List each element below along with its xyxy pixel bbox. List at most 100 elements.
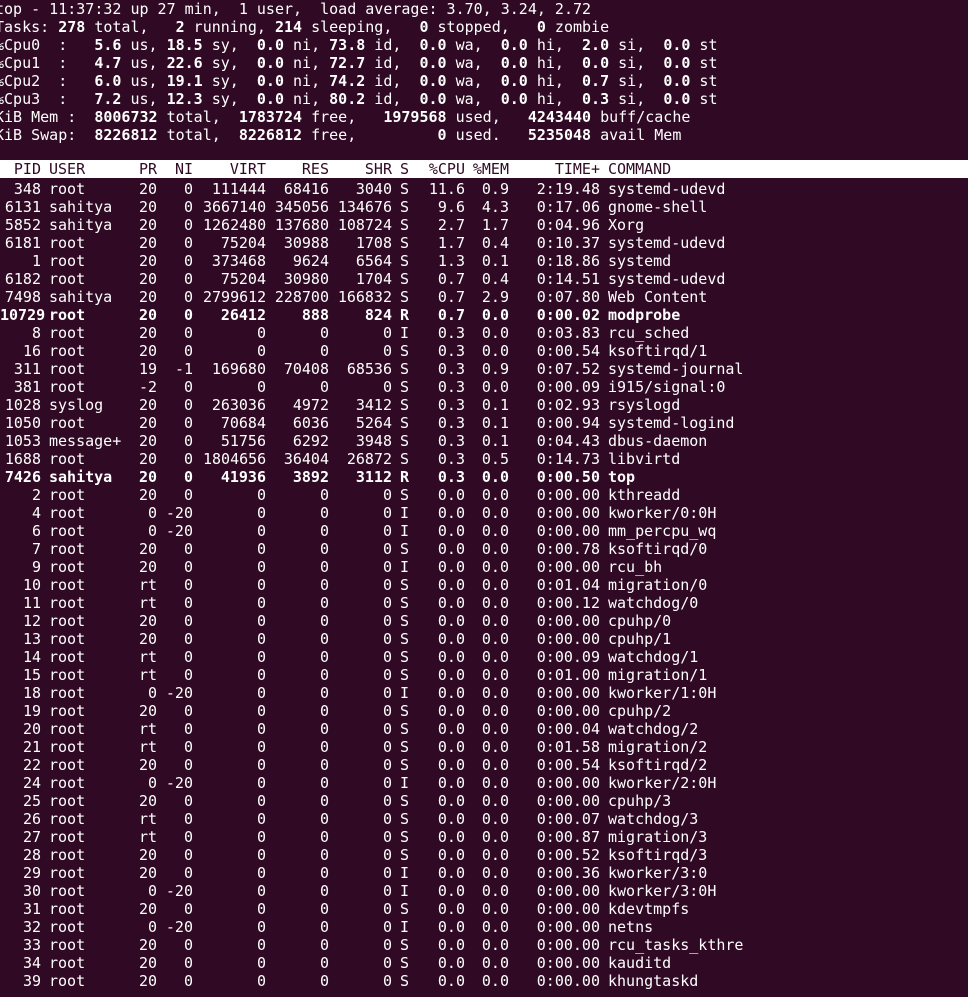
cell-user: root — [49, 378, 86, 396]
cell-cpu-time: 0:00.00 — [536, 612, 600, 630]
cell-pid: 12 — [22, 612, 41, 630]
cell-pid: 29 — [22, 864, 41, 882]
process-row[interactable]: 25 root 20 0 0 0 0 S 0.0 0.0 0:00.00 cpuhp/3 — [0, 792, 968, 810]
col-pr[interactable]: PR — [132, 160, 157, 178]
cell-priority: rt — [138, 576, 157, 594]
col-mem[interactable]: %MEM — [465, 160, 509, 178]
process-row[interactable]: 27 root rt 0 0 0 0 S 0.0 0.0 0:00.87 migration/3 — [0, 828, 968, 846]
cell-cpu-time: 0:00.52 — [536, 846, 600, 864]
cell-command: systemd-journal — [608, 360, 744, 378]
cell-cpu-time: 0:14.51 — [536, 270, 600, 288]
cell-priority: 20 — [138, 900, 157, 918]
cell-cpu-time: 0:00.00 — [536, 684, 600, 702]
process-row[interactable]: 24 root 0 -20 0 0 0 I 0.0 0.0 0:00.00 kworker/2:0H — [0, 774, 968, 792]
cell-res: 0 — [319, 918, 329, 936]
process-row[interactable]: 6181 root 20 0 75204 30988 1708 S 1.7 0.4 0:10.37 s… — [0, 234, 968, 252]
cell-cpu-percent: 0.0 — [437, 756, 465, 774]
process-row[interactable]: 6182 root 20 0 75204 30980 1704 S 0.7 0.4 0:14.51 s… — [0, 270, 968, 288]
cell-res: 0 — [319, 828, 329, 846]
cell-cpu-percent: 0.0 — [437, 828, 465, 846]
process-row[interactable]: 6131 sahitya 20 0 3667140 345056 134676 S 9.6 4.3… — [0, 198, 968, 216]
col-virt[interactable]: VIRT — [203, 160, 266, 178]
terminal-window[interactable]: top - 11:37:32 up 27 min, 1 user, load a… — [0, 0, 968, 997]
process-row[interactable]: 21 root rt 0 0 0 0 S 0.0 0.0 0:01.58 migration/2 — [0, 738, 968, 756]
col-state[interactable]: S — [400, 160, 412, 178]
cell-command: systemd-udevd — [608, 234, 726, 252]
col-pid[interactable]: PID — [0, 160, 41, 178]
process-row[interactable]: 7 root 20 0 0 0 0 S 0.0 0.0 0:00.78 ksoftirqd/0 — [0, 540, 968, 558]
process-row[interactable]: 5852 sahitya 20 0 1262480 137680 108724 S 2.7 1.7… — [0, 216, 968, 234]
process-row[interactable]: 33 root 20 0 0 0 0 S 0.0 0.0 0:00.00 rcu_tasks_kthr… — [0, 936, 968, 954]
cell-priority: -2 — [138, 378, 157, 396]
process-row[interactable]: 311 root 19 -1 169680 70408 68536 S 0.3 0.9 0:07.5… — [0, 360, 968, 378]
cell-priority: 0 — [147, 882, 157, 900]
col-time[interactable]: TIME+ — [512, 160, 600, 178]
col-user[interactable]: USER — [49, 160, 85, 178]
process-row[interactable]: 28 root 20 0 0 0 0 S 0.0 0.0 0:00.52 ksoftirqd/3 — [0, 846, 968, 864]
process-row[interactable]: 1 root 20 0 373468 9624 6564 S 1.3 0.1 0:18.86 syst… — [0, 252, 968, 270]
process-row[interactable]: 13 root 20 0 0 0 0 S 0.0 0.0 0:00.00 cpuhp/1 — [0, 630, 968, 648]
cell-res: 68416 — [283, 180, 329, 198]
process-row[interactable]: 7426 sahitya 20 0 41936 3892 3112 R 0.3 0.0 0:00.5… — [0, 468, 968, 486]
cell-virt: 41936 — [220, 468, 266, 486]
process-row[interactable]: 31 root 20 0 0 0 0 S 0.0 0.0 0:00.00 kdevtmpfs — [0, 900, 968, 918]
summary-label: buff/cache — [591, 108, 691, 126]
process-row[interactable]: 29 root 20 0 0 0 0 I 0.0 0.0 0:00.36 kworker/3:0 — [0, 864, 968, 882]
process-row[interactable]: 14 root rt 0 0 0 0 S 0.0 0.0 0:00.09 watchdog/1 — [0, 648, 968, 666]
cell-res: 0 — [319, 954, 329, 972]
process-row[interactable]: 1028 syslog 20 0 263036 4972 3412 S 0.3 0.1 0:02.9… — [0, 396, 968, 414]
cell-res: 0 — [319, 936, 329, 954]
process-row[interactable]: 34 root 20 0 0 0 0 S 0.0 0.0 0:00.00 kauditd — [0, 954, 968, 972]
process-row[interactable]: 4 root 0 -20 0 0 0 I 0.0 0.0 0:00.00 kworker/0:0H — [0, 504, 968, 522]
cell-res: 0 — [319, 774, 329, 792]
process-row[interactable]: 19 root 20 0 0 0 0 S 0.0 0.0 0:00.00 cpuhp/2 — [0, 702, 968, 720]
process-row[interactable]: 7498 sahitya 20 0 2799612 228700 166832 S 0.7 2.9… — [0, 288, 968, 306]
process-row[interactable]: 1053 message+ 20 0 51756 6292 3948 S 0.3 0.1 0:04.… — [0, 432, 968, 450]
process-row[interactable]: 22 root 20 0 0 0 0 S 0.0 0.0 0:00.54 ksoftirqd/2 — [0, 756, 968, 774]
cell-command: rsyslogd — [608, 396, 681, 414]
cell-res: 0 — [319, 342, 329, 360]
process-row[interactable]: 32 root 0 -20 0 0 0 I 0.0 0.0 0:00.00 netns — [0, 918, 968, 936]
cell-cpu-percent: 0.0 — [437, 846, 465, 864]
cell-state: S — [400, 936, 410, 954]
cell-state: I — [400, 684, 410, 702]
process-row[interactable]: 11 root rt 0 0 0 0 S 0.0 0.0 0:00.12 watchdog/0 — [0, 594, 968, 612]
process-row[interactable]: 381 root -2 0 0 0 0 S 0.3 0.0 0:00.09 i915/signal:0 — [0, 378, 968, 396]
summary-label: id, — [365, 54, 420, 72]
cell-state: I — [400, 558, 410, 576]
col-shr[interactable]: SHR — [334, 160, 392, 178]
col-res[interactable]: RES — [269, 160, 329, 178]
cell-cpu-percent: 0.0 — [437, 936, 465, 954]
process-row[interactable]: 18 root 0 -20 0 0 0 I 0.0 0.0 0:00.00 kworker/1:0H — [0, 684, 968, 702]
cell-pid: 25 — [22, 792, 41, 810]
process-row[interactable]: 10729 root 20 0 26412 888 824 R 0.7 0.0 0:00.02 mod… — [0, 306, 968, 324]
cell-cpu-time: 0:04.43 — [536, 432, 600, 450]
process-row[interactable]: 15 root rt 0 0 0 0 S 0.0 0.0 0:01.00 migration/1 — [0, 666, 968, 684]
process-row[interactable]: 20 root rt 0 0 0 0 S 0.0 0.0 0:00.04 watchdog/2 — [0, 720, 968, 738]
cell-priority: 0 — [147, 774, 157, 792]
process-row[interactable]: 9 root 20 0 0 0 0 I 0.0 0.0 0:00.00 rcu_bh — [0, 558, 968, 576]
col-cpu[interactable]: %CPU — [420, 160, 465, 178]
process-row[interactable]: 2 root 20 0 0 0 0 S 0.0 0.0 0:00.00 kthreadd — [0, 486, 968, 504]
process-row[interactable]: 348 root 20 0 111444 68416 3040 S 11.6 0.9 2:19.48… — [0, 180, 968, 198]
cell-cpu-time: 0:00.00 — [536, 522, 600, 540]
process-row[interactable]: 1050 root 20 0 70684 6036 5264 S 0.3 0.1 0:00.94 sy… — [0, 414, 968, 432]
cell-pid: 9 — [31, 558, 41, 576]
process-row[interactable]: 30 root 0 -20 0 0 0 I 0.0 0.0 0:00.00 kworker/3:0H — [0, 882, 968, 900]
process-row[interactable]: 39 root 20 0 0 0 0 S 0.0 0.0 0:00.00 khungtaskd — [0, 972, 968, 990]
swap-line: KiB Swap: 8226812 total, 8226812 free, 0… — [0, 126, 681, 144]
cell-user: root — [49, 828, 86, 846]
cell-priority: 0 — [147, 918, 157, 936]
col-command[interactable]: COMMAND — [608, 160, 671, 178]
process-row[interactable]: 1688 root 20 0 1804656 36404 26872 S 0.3 0.5 0:14.… — [0, 450, 968, 468]
process-row[interactable]: 12 root 20 0 0 0 0 S 0.0 0.0 0:00.00 cpuhp/0 — [0, 612, 968, 630]
process-row[interactable]: 10 root rt 0 0 0 0 S 0.0 0.0 0:01.04 migration/0 — [0, 576, 968, 594]
col-ni[interactable]: NI — [165, 160, 193, 178]
cell-pid: 1 — [31, 252, 41, 270]
process-row[interactable]: 16 root 20 0 0 0 0 S 0.3 0.0 0:00.54 ksoftirqd/1 — [0, 342, 968, 360]
cell-shr: 68536 — [346, 360, 392, 378]
process-row[interactable]: 8 root 20 0 0 0 0 I 0.3 0.0 0:03.83 rcu_sched — [0, 324, 968, 342]
process-row[interactable]: 26 root rt 0 0 0 0 S 0.0 0.0 0:00.07 watchdog/3 — [0, 810, 968, 828]
cell-pid: 22 — [22, 756, 41, 774]
process-row[interactable]: 6 root 0 -20 0 0 0 I 0.0 0.0 0:00.00 mm_percpu_wq — [0, 522, 968, 540]
